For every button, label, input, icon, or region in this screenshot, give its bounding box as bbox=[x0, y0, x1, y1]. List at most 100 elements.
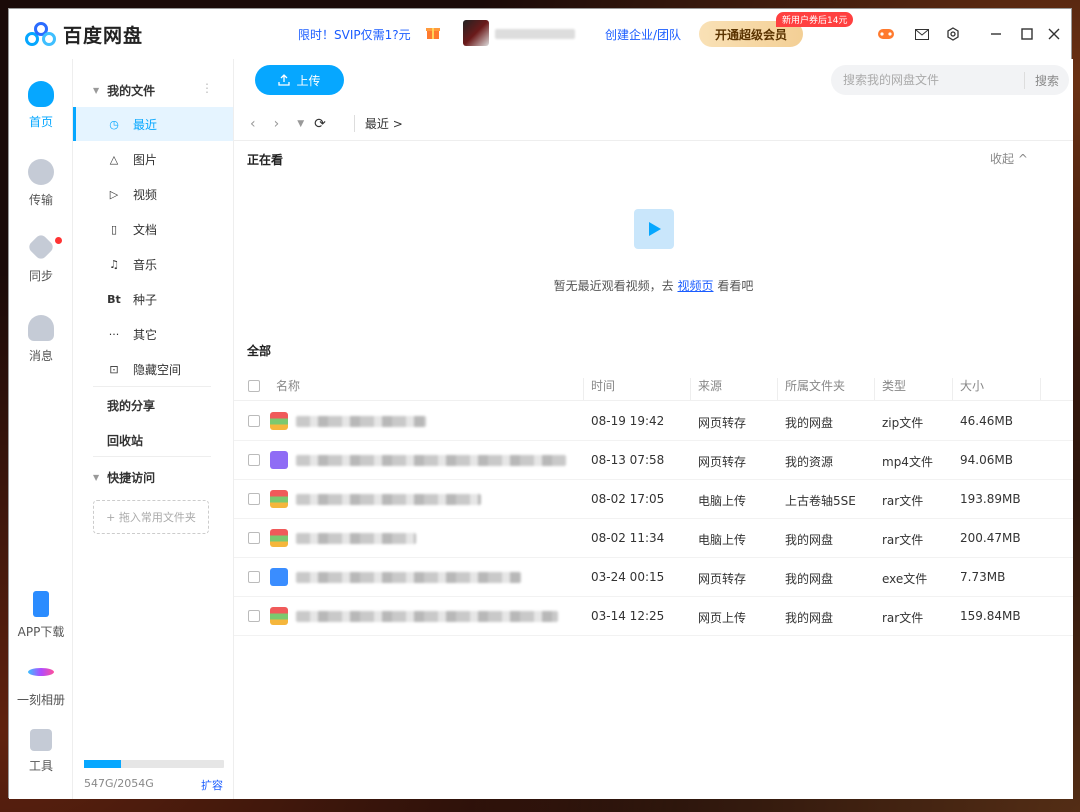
cell-folder[interactable]: 我的网盘 bbox=[785, 414, 833, 431]
select-all-checkbox[interactable] bbox=[248, 380, 260, 392]
refresh-icon[interactable]: ⟳ bbox=[314, 116, 326, 132]
cell-folder[interactable]: 我的网盘 bbox=[785, 570, 833, 587]
table-row[interactable]: 08-13 07:58 网页转存 我的资源 mp4文件 94.06MB bbox=[234, 441, 1073, 480]
create-enterprise-link[interactable]: 创建企业/团队 bbox=[605, 26, 681, 43]
section-label: 我的文件 bbox=[107, 84, 156, 98]
storage-quota-fill bbox=[84, 760, 122, 768]
sidebar-item-torrents[interactable]: Bt 种子 bbox=[73, 282, 233, 316]
rail-item-tools[interactable]: 工具 bbox=[9, 729, 73, 774]
cell-folder[interactable]: 我的网盘 bbox=[785, 531, 833, 548]
search-box: 搜索 bbox=[831, 65, 1069, 95]
rail-item-transfer[interactable]: 传输 bbox=[9, 159, 73, 208]
back-icon[interactable]: ‹ bbox=[250, 116, 256, 132]
maximize-icon[interactable] bbox=[1018, 25, 1036, 43]
avatar[interactable] bbox=[463, 20, 489, 46]
cell-source: 网页转存 bbox=[698, 455, 747, 469]
contacts-icon bbox=[28, 315, 54, 341]
search-button[interactable]: 搜索 bbox=[1023, 71, 1069, 89]
table-row[interactable]: 08-02 17:05 电脑上传 上古卷轴5SE rar文件 193.89MB bbox=[234, 480, 1073, 519]
file-name-redacted[interactable] bbox=[296, 611, 558, 622]
row-checkbox[interactable] bbox=[248, 571, 260, 583]
cell-folder[interactable]: 我的网盘 bbox=[785, 609, 833, 626]
minimize-icon[interactable] bbox=[987, 25, 1005, 43]
sidebar-item-recycle-bin[interactable]: 回收站 bbox=[107, 432, 143, 449]
column-header-folder[interactable]: 所属文件夹 bbox=[785, 377, 845, 394]
more-vertical-icon[interactable]: ⋮ bbox=[201, 81, 213, 95]
column-header-size[interactable]: 大小 bbox=[960, 377, 984, 394]
cell-time: 03-24 00:15 bbox=[591, 570, 665, 584]
gift-icon[interactable] bbox=[425, 24, 441, 40]
rail-item-sync[interactable]: 同步 bbox=[9, 232, 73, 284]
rail-label: 同步 bbox=[28, 269, 53, 283]
forward-icon[interactable]: › bbox=[274, 116, 280, 132]
svip-promo-link[interactable]: 限时！SVIP仅需1?元 bbox=[298, 26, 411, 43]
user-name-redacted[interactable] bbox=[495, 29, 575, 39]
sidebar-item-videos[interactable]: ▷ 视频 bbox=[73, 177, 233, 211]
rail-item-app-download[interactable]: APP下载 bbox=[9, 591, 73, 640]
row-checkbox[interactable] bbox=[248, 415, 260, 427]
rail-item-home[interactable]: 首页 bbox=[9, 81, 73, 130]
column-header-type[interactable]: 类型 bbox=[882, 377, 906, 394]
breadcrumb[interactable]: 最近 > bbox=[353, 115, 403, 132]
rail-item-messages[interactable]: 消息 bbox=[9, 315, 73, 364]
history-dropdown-icon[interactable]: ▼ bbox=[297, 119, 304, 129]
main-content: 上传 搜索 ‹ › ▼ ⟳ 最近 > 正在看 收起 ^ 暂无最近观看视频，去 视… bbox=[234, 59, 1073, 799]
navigation-bar: ‹ › ▼ ⟳ 最近 > bbox=[234, 107, 1073, 141]
file-name-redacted[interactable] bbox=[296, 455, 566, 466]
table-row[interactable]: 08-19 19:42 网页转存 我的网盘 zip文件 46.46MB bbox=[234, 402, 1073, 441]
quick-access-section[interactable]: ▼ 快捷访问 bbox=[93, 469, 155, 486]
upload-icon bbox=[278, 74, 291, 86]
file-name-redacted[interactable] bbox=[296, 416, 426, 427]
headphones-icon: ♫ bbox=[109, 257, 119, 271]
collapse-button[interactable]: 收起 ^ bbox=[990, 150, 1028, 167]
app-logo: 百度网盘 bbox=[25, 21, 143, 48]
all-files-title: 全部 bbox=[247, 344, 272, 358]
cell-type: exe文件 bbox=[882, 572, 928, 586]
table-row[interactable]: 03-24 00:15 网页转存 我的网盘 exe文件 7.73MB bbox=[234, 558, 1073, 597]
file-name-redacted[interactable] bbox=[296, 572, 521, 583]
table-row[interactable]: 08-02 11:34 电脑上传 我的网盘 rar文件 200.47MB bbox=[234, 519, 1073, 558]
empty-suffix: 看看吧 bbox=[717, 279, 754, 293]
column-header-source[interactable]: 来源 bbox=[698, 377, 722, 394]
sidebar-item-hidden-space[interactable]: ⊡ 隐藏空间 bbox=[73, 352, 233, 386]
row-checkbox[interactable] bbox=[248, 610, 260, 622]
row-checkbox[interactable] bbox=[248, 454, 260, 466]
app-title: 百度网盘 bbox=[63, 25, 144, 47]
clock-icon: ◷ bbox=[109, 117, 119, 131]
rail-label: 消息 bbox=[28, 349, 53, 363]
expand-storage-link[interactable]: 扩容 bbox=[201, 777, 223, 793]
tools-icon bbox=[30, 729, 52, 751]
my-files-section[interactable]: ▼ 我的文件 bbox=[93, 82, 155, 99]
row-checkbox[interactable] bbox=[248, 532, 260, 544]
column-header-time[interactable]: 时间 bbox=[591, 377, 615, 394]
row-checkbox[interactable] bbox=[248, 493, 260, 505]
sidebar-item-my-share[interactable]: 我的分享 bbox=[107, 397, 155, 414]
sidebar-item-other[interactable]: ··· 其它 bbox=[73, 317, 233, 351]
drop-folder-zone[interactable]: + 拖入常用文件夹 bbox=[93, 500, 209, 534]
vip-discount-badge: 新用户券后14元 bbox=[776, 12, 854, 27]
settings-icon[interactable] bbox=[944, 25, 962, 43]
table-row[interactable]: 03-14 12:25 网页上传 我的网盘 rar文件 159.84MB bbox=[234, 597, 1073, 636]
search-input[interactable] bbox=[831, 73, 1024, 87]
category-sidebar: ▼ 我的文件 ⋮ ◷ 最近 △ 图片 ▷ 视频 ▯ 文档 ♫ 音乐 Bt 种子 … bbox=[73, 59, 234, 799]
mail-icon[interactable] bbox=[913, 25, 931, 43]
upload-button[interactable]: 上传 bbox=[255, 65, 344, 95]
game-controller-icon[interactable] bbox=[877, 25, 895, 43]
cell-type: mp4文件 bbox=[882, 455, 933, 469]
file-name-redacted[interactable] bbox=[296, 533, 416, 544]
close-icon[interactable] bbox=[1045, 25, 1063, 43]
notification-dot bbox=[55, 237, 62, 244]
rail-item-album[interactable]: 一刻相册 bbox=[9, 659, 73, 708]
video-icon: ▷ bbox=[109, 187, 119, 201]
video-page-link[interactable]: 视频页 bbox=[677, 279, 713, 293]
cell-folder[interactable]: 上古卷轴5SE bbox=[785, 492, 856, 509]
sync-icon bbox=[26, 232, 56, 262]
sidebar-item-documents[interactable]: ▯ 文档 bbox=[73, 212, 233, 246]
file-name-redacted[interactable] bbox=[296, 494, 481, 505]
column-header-name[interactable]: 名称 bbox=[276, 377, 300, 394]
cell-folder[interactable]: 我的资源 bbox=[785, 453, 833, 470]
sidebar-item-pictures[interactable]: △ 图片 bbox=[73, 142, 233, 176]
sidebar-item-recent[interactable]: ◷ 最近 bbox=[73, 107, 233, 141]
sidebar-item-music[interactable]: ♫ 音乐 bbox=[73, 247, 233, 281]
cell-size: 200.47MB bbox=[960, 531, 1021, 545]
